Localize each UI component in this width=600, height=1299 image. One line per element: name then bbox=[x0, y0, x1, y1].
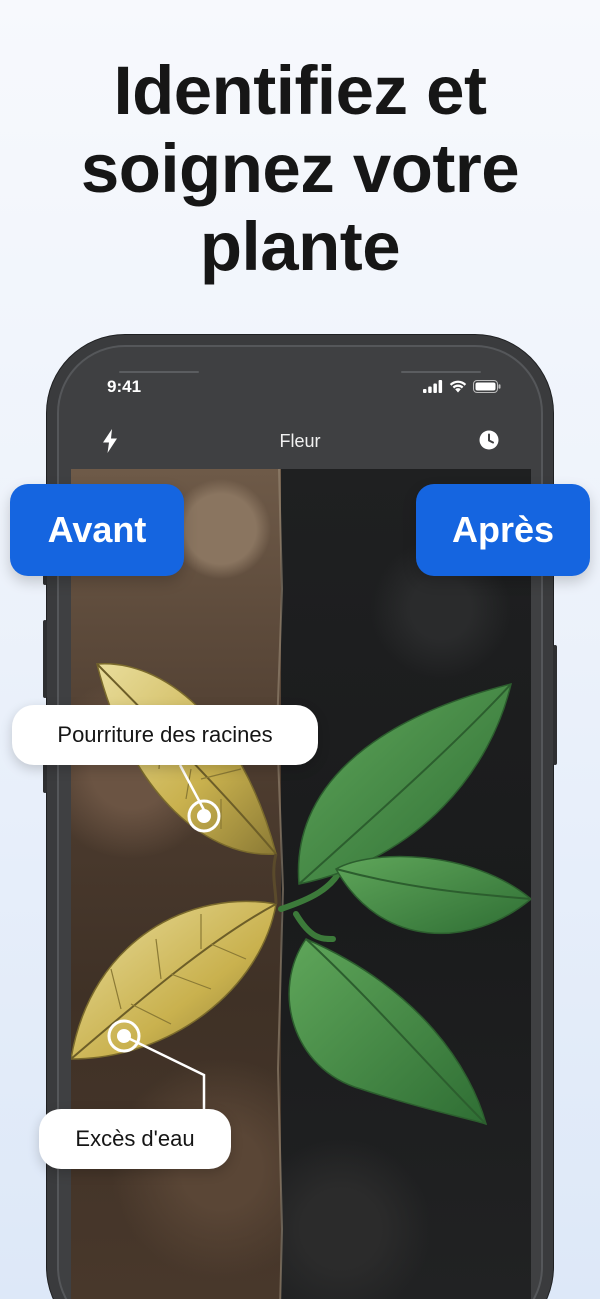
root-rot-connector bbox=[178, 764, 206, 811]
before-label: Avant bbox=[10, 484, 184, 576]
overwatering-tag: Excès d'eau bbox=[39, 1109, 231, 1169]
after-label: Après bbox=[416, 484, 590, 576]
root-rot-tag: Pourriture des racines bbox=[12, 705, 318, 765]
callout-connectors bbox=[107, 764, 221, 1109]
